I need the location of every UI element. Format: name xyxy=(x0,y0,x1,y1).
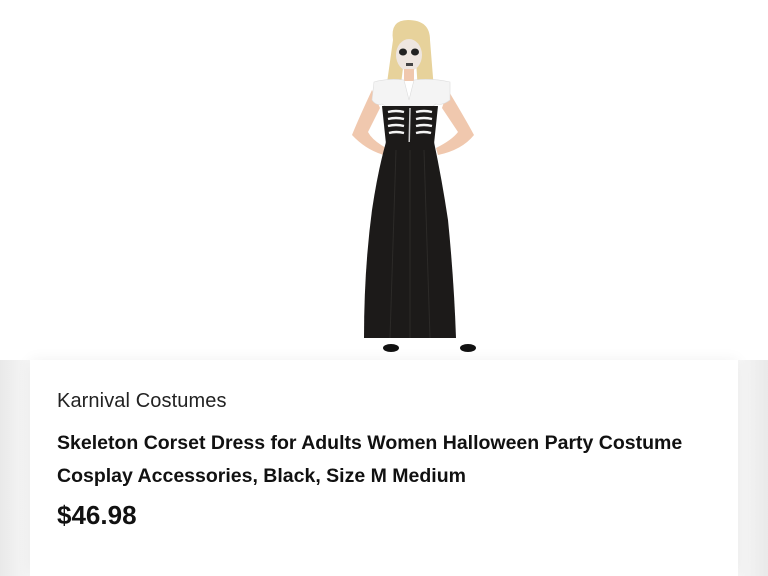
product-image[interactable] xyxy=(338,20,488,360)
product-title[interactable]: Skeleton Corset Dress for Adults Women H… xyxy=(57,427,717,493)
product-page: Karnival Costumes Skeleton Corset Dress … xyxy=(0,0,768,576)
product-price: $46.98 xyxy=(57,500,137,530)
product-info-card[interactable]: Karnival Costumes Skeleton Corset Dress … xyxy=(30,360,738,576)
brand-name[interactable]: Karnival Costumes xyxy=(57,390,227,413)
product-image-area[interactable] xyxy=(0,0,768,360)
